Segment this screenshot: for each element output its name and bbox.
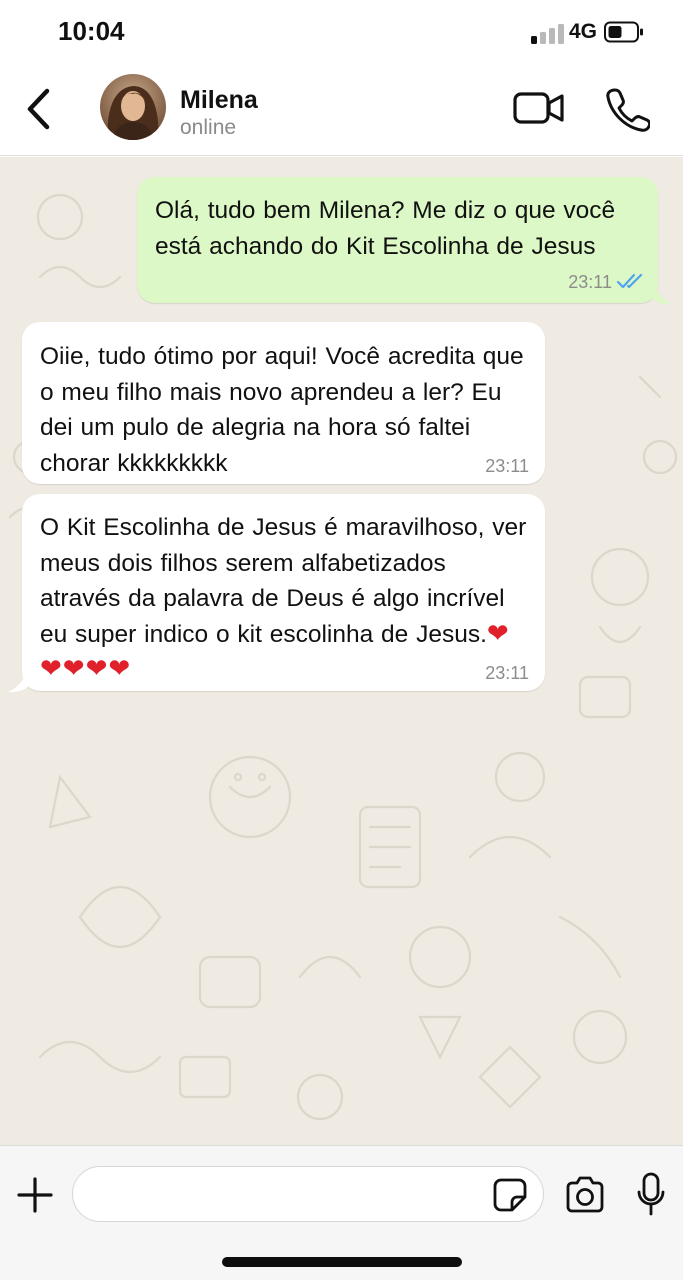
message-text: Oiie, tudo ótimo por aqui! Você acredita… <box>40 343 524 477</box>
message-bubble-incoming[interactable]: O Kit Escolinha de Jesus é maravilhoso, … <box>22 494 545 691</box>
message-input[interactable] <box>72 1166 544 1222</box>
camera-icon[interactable] <box>564 1176 606 1214</box>
bubble-tail <box>8 673 30 693</box>
message-text: O Kit Escolinha de Jesus é maravilhoso, … <box>40 514 527 684</box>
bubble-tail <box>650 285 672 305</box>
contact-name[interactable]: Milena <box>180 86 258 115</box>
read-receipt-icon <box>616 273 643 289</box>
video-call-icon[interactable] <box>512 88 566 128</box>
chat-header: Milena online <box>0 64 683 156</box>
home-indicator[interactable] <box>222 1257 462 1267</box>
message-time: 23:11 <box>568 272 612 292</box>
network-type: 4G <box>569 20 598 43</box>
message-bubble-incoming[interactable]: Oiie, tudo ótimo por aqui! Você acredita… <box>22 322 545 484</box>
plus-icon[interactable] <box>16 1176 54 1214</box>
cellular-signal-icon <box>531 22 564 44</box>
microphone-icon[interactable] <box>636 1172 666 1218</box>
status-time: 10:04 <box>58 16 125 46</box>
sticker-icon[interactable] <box>492 1177 528 1213</box>
message-text: Olá, tudo bem Milena? Me diz o que você … <box>155 197 616 260</box>
phone-icon[interactable] <box>604 86 650 132</box>
contact-status: online <box>180 116 237 139</box>
message-time: 23:11 <box>485 456 529 476</box>
whatsapp-chat-screen: 10:04 4G Milena online Olá, tudo bem Mil… <box>0 0 683 1280</box>
message-time: 23:11 <box>485 663 529 683</box>
battery-icon <box>604 21 643 43</box>
message-list[interactable]: Olá, tudo bem Milena? Me diz o que você … <box>0 157 683 1145</box>
message-composer <box>0 1145 683 1280</box>
back-chevron-icon[interactable] <box>22 86 56 132</box>
status-bar: 10:04 4G <box>0 0 683 64</box>
message-bubble-outgoing[interactable]: Olá, tudo bem Milena? Me diz o que você … <box>137 177 658 303</box>
avatar[interactable] <box>100 74 166 140</box>
